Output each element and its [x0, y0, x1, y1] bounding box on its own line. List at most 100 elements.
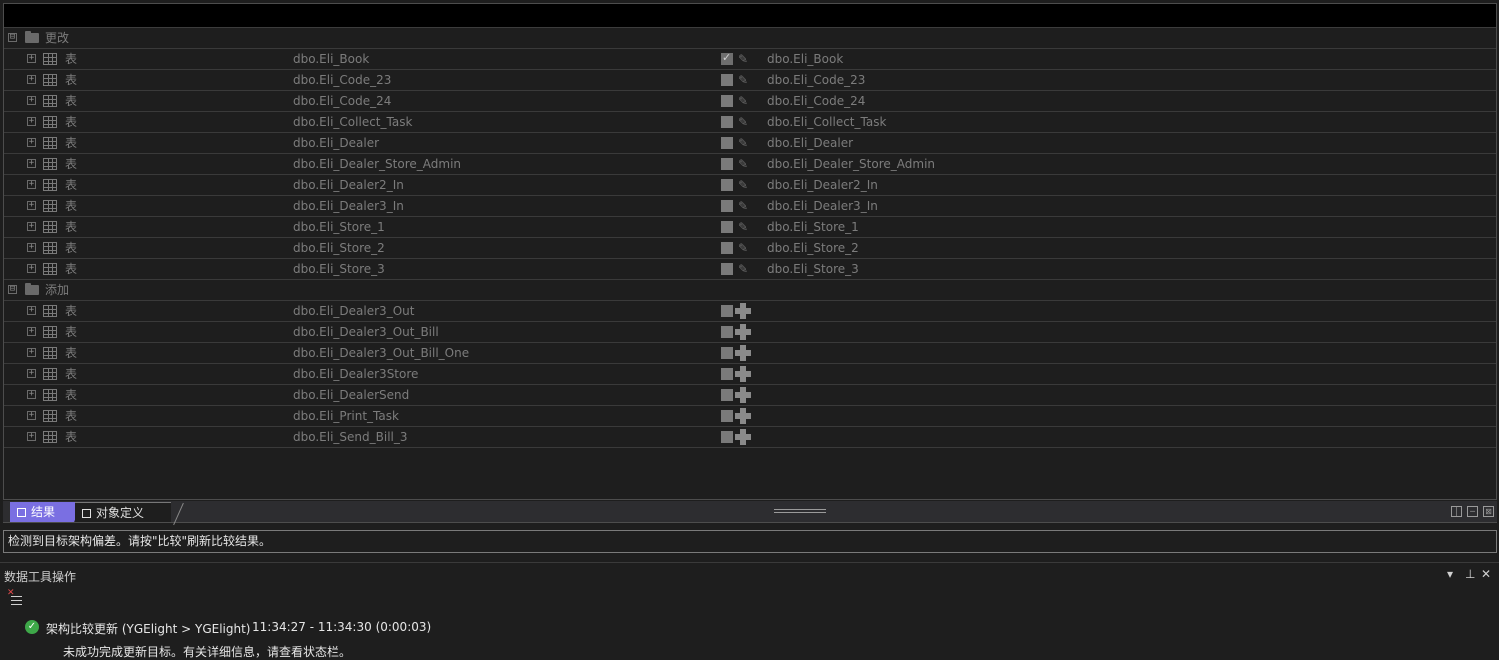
tab-object-definition[interactable]: 对象定义	[75, 502, 171, 522]
include-checkbox[interactable]	[721, 95, 733, 107]
expand-icon[interactable]: +	[27, 96, 36, 105]
expand-icon[interactable]: +	[27, 390, 36, 399]
table-row[interactable]: + 表 dbo.Eli_Dealer2_In ✎ dbo.Eli_Dealer2_In	[4, 175, 1496, 196]
table-row[interactable]: + 表 dbo.Eli_Dealer3_Out_Bill_One	[4, 343, 1496, 364]
results-tab-icon	[17, 508, 26, 517]
expand-icon[interactable]: +	[27, 327, 36, 336]
expand-icon[interactable]: +	[27, 264, 36, 273]
expand-icon[interactable]: +	[27, 180, 36, 189]
include-checkbox[interactable]	[721, 410, 733, 422]
collapse-icon[interactable]: ⊟	[8, 33, 17, 42]
include-checkbox[interactable]	[721, 431, 733, 443]
object-type: 表	[65, 325, 78, 339]
split-horizontal-icon[interactable]: ─	[1467, 506, 1478, 517]
table-row[interactable]: + 表 dbo.Eli_Store_1 ✎ dbo.Eli_Store_1	[4, 217, 1496, 238]
expand-icon[interactable]: +	[27, 222, 36, 231]
expand-icon[interactable]: +	[27, 138, 36, 147]
split-vertical-icon[interactable]: │	[1451, 506, 1462, 517]
table-row[interactable]: + 表 dbo.Eli_Store_3 ✎ dbo.Eli_Store_3	[4, 259, 1496, 280]
include-checkbox[interactable]	[721, 74, 733, 86]
include-checkbox[interactable]	[721, 263, 733, 275]
table-row[interactable]: + 表 dbo.Eli_Dealer ✎ dbo.Eli_Dealer	[4, 133, 1496, 154]
plus-icon	[735, 387, 751, 403]
table-row[interactable]: + 表 dbo.Eli_Dealer3_Out	[4, 301, 1496, 322]
expand-icon[interactable]: +	[27, 348, 36, 357]
expand-icon[interactable]: +	[27, 432, 36, 441]
operation-detail: 未成功完成更新目标。有关详细信息，请查看状态栏。	[63, 645, 352, 659]
object-type: 表	[65, 430, 78, 444]
include-checkbox[interactable]	[721, 221, 733, 233]
expand-icon[interactable]: +	[27, 243, 36, 252]
pencil-icon: ✎	[738, 94, 749, 108]
include-checkbox[interactable]	[721, 116, 733, 128]
table-icon	[43, 242, 57, 254]
plus-icon	[735, 429, 751, 445]
grid-header	[4, 4, 1496, 28]
object-definition-tab-icon	[82, 509, 91, 518]
clear-all-icon[interactable]: ✕	[7, 588, 23, 606]
table-row[interactable]: + 表 dbo.Eli_Code_24 ✎ dbo.Eli_Code_24	[4, 91, 1496, 112]
group-row[interactable]: ⊟ 添加	[4, 280, 1496, 301]
splitter-grip[interactable]	[774, 509, 826, 513]
table-row[interactable]: + 表 dbo.Eli_Store_2 ✎ dbo.Eli_Store_2	[4, 238, 1496, 259]
object-type: 表	[65, 94, 78, 108]
expand-icon[interactable]: +	[27, 159, 36, 168]
table-row[interactable]: + 表 dbo.Eli_Dealer3_Out_Bill	[4, 322, 1496, 343]
target-object-name: dbo.Eli_Store_1	[767, 220, 859, 234]
include-checkbox[interactable]	[721, 305, 733, 317]
table-row[interactable]: + 表 dbo.Eli_Dealer3_In ✎ dbo.Eli_Dealer3_In	[4, 196, 1496, 217]
include-checkbox[interactable]	[721, 179, 733, 191]
include-checkbox[interactable]	[721, 326, 733, 338]
include-checkbox[interactable]	[721, 48, 733, 68]
include-checkbox[interactable]	[721, 137, 733, 149]
collapse-icon[interactable]: ⊟	[8, 285, 17, 294]
table-row[interactable]: + 表 dbo.Eli_Book ✎ dbo.Eli_Book	[4, 48, 1496, 70]
table-icon	[43, 368, 57, 380]
table-row[interactable]: + 表 dbo.Eli_Code_23 ✎ dbo.Eli_Code_23	[4, 70, 1496, 91]
table-row[interactable]: + 表 dbo.Eli_DealerSend	[4, 385, 1496, 406]
expand-icon[interactable]: +	[27, 75, 36, 84]
tab-object-definition-label: 对象定义	[96, 506, 145, 520]
group-row[interactable]: ⊟ 更改	[4, 28, 1496, 49]
expand-icon[interactable]: +	[27, 369, 36, 378]
include-checkbox[interactable]	[721, 242, 733, 254]
source-object-name: dbo.Eli_Store_2	[293, 241, 385, 255]
include-checkbox[interactable]	[721, 368, 733, 380]
table-icon	[43, 431, 57, 443]
table-icon	[43, 179, 57, 191]
table-row[interactable]: + 表 dbo.Eli_Send_Bill_3	[4, 427, 1496, 448]
target-object-name: dbo.Eli_Dealer	[767, 136, 854, 150]
expand-icon[interactable]: +	[27, 411, 36, 420]
table-icon	[43, 263, 57, 275]
tab-results[interactable]: 结果	[10, 502, 83, 522]
source-object-name: dbo.Eli_Send_Bill_3	[293, 430, 408, 444]
object-type: 表	[65, 220, 78, 234]
include-checkbox[interactable]	[721, 347, 733, 359]
pencil-icon: ✎	[738, 178, 749, 192]
pin-icon[interactable]: ⊥	[1465, 567, 1475, 581]
expand-icon[interactable]: +	[27, 201, 36, 210]
include-checkbox[interactable]	[721, 200, 733, 212]
expand-icon[interactable]: +	[27, 117, 36, 126]
expand-icon[interactable]: +	[27, 306, 36, 315]
chevron-down-icon[interactable]: ▾	[1447, 567, 1453, 581]
object-type: 表	[65, 178, 78, 192]
success-check-icon: ✓	[25, 620, 39, 634]
table-row[interactable]: + 表 dbo.Eli_Dealer3Store	[4, 364, 1496, 385]
table-row[interactable]: + 表 dbo.Eli_Dealer_Store_Admin ✎ dbo.Eli_Dea…	[4, 154, 1496, 175]
pencil-icon: ✎	[738, 241, 749, 255]
table-icon	[43, 137, 57, 149]
close-icon[interactable]: ✕	[1481, 567, 1491, 581]
operation-time: 11:34:27 - 11:34:30 (0:00:03)	[252, 620, 432, 634]
source-object-name: dbo.Eli_Code_23	[293, 73, 392, 87]
plus-icon	[735, 324, 751, 340]
maximize-pane-icon[interactable]: ⊠	[1483, 506, 1494, 517]
source-object-name: dbo.Eli_Dealer	[293, 136, 380, 150]
table-row[interactable]: + 表 dbo.Eli_Collect_Task ✎ dbo.Eli_Collect_T…	[4, 112, 1496, 133]
folder-icon	[25, 31, 39, 43]
expand-icon[interactable]: +	[27, 54, 36, 63]
include-checkbox[interactable]	[721, 389, 733, 401]
object-type: 表	[65, 52, 78, 66]
include-checkbox[interactable]	[721, 158, 733, 170]
table-row[interactable]: + 表 dbo.Eli_Print_Task	[4, 406, 1496, 427]
